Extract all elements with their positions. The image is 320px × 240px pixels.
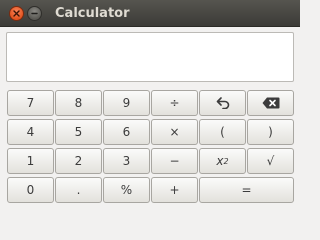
key-subtract[interactable]: − <box>151 148 198 174</box>
title-bar: Calculator <box>0 0 300 27</box>
key-percent[interactable]: % <box>103 177 150 203</box>
minimize-icon <box>31 12 38 15</box>
key-open-paren[interactable]: ( <box>199 119 246 145</box>
display-field[interactable] <box>6 32 294 82</box>
key-3[interactable]: 3 <box>103 148 150 174</box>
key-1[interactable]: 1 <box>7 148 54 174</box>
key-square[interactable]: x2 <box>199 148 246 174</box>
key-close-paren[interactable]: ) <box>247 119 294 145</box>
calculator-window: Calculator 7 8 9 ÷ 4 5 6 × ( ) 1 2 3 − x… <box>0 0 300 209</box>
close-icon <box>13 10 20 17</box>
key-decimal[interactable]: . <box>55 177 102 203</box>
window-title: Calculator <box>55 6 130 21</box>
key-6[interactable]: 6 <box>103 119 150 145</box>
key-sqrt[interactable]: √ <box>247 148 294 174</box>
key-multiply[interactable]: × <box>151 119 198 145</box>
key-equals[interactable]: = <box>199 177 294 203</box>
key-divide[interactable]: ÷ <box>151 90 198 116</box>
key-2[interactable]: 2 <box>55 148 102 174</box>
close-button[interactable] <box>9 6 24 21</box>
key-0[interactable]: 0 <box>7 177 54 203</box>
key-4[interactable]: 4 <box>7 119 54 145</box>
square-base: x <box>216 154 224 168</box>
key-5[interactable]: 5 <box>55 119 102 145</box>
undo-icon <box>216 97 229 109</box>
backspace-button[interactable] <box>247 90 294 116</box>
key-7[interactable]: 7 <box>7 90 54 116</box>
minimize-button[interactable] <box>27 6 42 21</box>
key-8[interactable]: 8 <box>55 90 102 116</box>
key-9[interactable]: 9 <box>103 90 150 116</box>
keypad: 7 8 9 ÷ 4 5 6 × ( ) 1 2 3 − x2 √ 0 . % +… <box>7 90 294 203</box>
key-add[interactable]: + <box>151 177 198 203</box>
square-exponent: 2 <box>223 156 229 166</box>
backspace-icon <box>262 97 279 109</box>
undo-button[interactable] <box>199 90 246 116</box>
